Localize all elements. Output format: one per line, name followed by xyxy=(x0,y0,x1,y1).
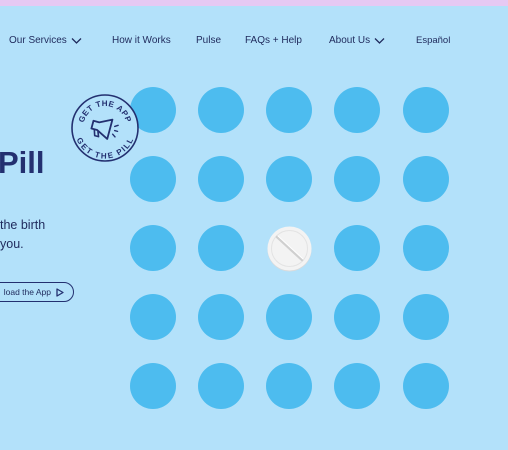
pill-dot xyxy=(198,363,244,409)
pill-dot xyxy=(403,294,449,340)
white-pill xyxy=(267,226,312,272)
nav-about-us[interactable]: About Us xyxy=(329,35,385,47)
nav-pulse[interactable]: Pulse xyxy=(196,35,221,47)
hero-title: Pill xyxy=(0,145,45,180)
hero-body-line: you. xyxy=(0,237,24,251)
pill-dot xyxy=(334,363,380,409)
pill-dot xyxy=(198,156,244,202)
pill-dot xyxy=(334,225,380,271)
nav-label: Español xyxy=(416,35,451,46)
pill-dot xyxy=(198,294,244,340)
nav-how-it-works[interactable]: How it Works xyxy=(112,35,171,47)
nav-label: About Us xyxy=(329,35,371,46)
download-app-button[interactable]: load the App xyxy=(0,282,74,302)
pill-dot xyxy=(130,294,176,340)
nav-our-services[interactable]: Our Services xyxy=(9,35,82,47)
pill-dot xyxy=(266,294,312,340)
pill-dot xyxy=(198,225,244,271)
pill-dot xyxy=(266,156,312,202)
pill-dot xyxy=(198,87,244,133)
pill-dot xyxy=(130,363,176,409)
top-accent-strip xyxy=(0,0,508,6)
get-the-app-badge[interactable]: GET THE APP GET THE PILL xyxy=(70,93,140,163)
pill-dot xyxy=(334,87,380,133)
play-icon xyxy=(56,287,64,297)
nav-label: FAQs + Help xyxy=(245,35,302,46)
pill-dot xyxy=(130,225,176,271)
pill-dot xyxy=(403,363,449,409)
pill-dot xyxy=(334,294,380,340)
pill-dot xyxy=(266,363,312,409)
pill-grid xyxy=(0,0,508,450)
hero-body-text: the birth you. xyxy=(0,216,45,254)
nav-faqs-help[interactable]: FAQs + Help xyxy=(245,35,302,47)
pill-dot xyxy=(403,156,449,202)
chevron-down-icon xyxy=(374,38,385,44)
chevron-down-icon xyxy=(71,38,82,44)
pill-dot xyxy=(403,225,449,271)
nav-espanol[interactable]: Español xyxy=(416,35,450,47)
main-navigation: Our Services How it Works Pulse FAQs + H… xyxy=(0,35,508,49)
pill-dot xyxy=(403,87,449,133)
pill-dot xyxy=(266,87,312,133)
pill-dot xyxy=(334,156,380,202)
download-app-label: load the App xyxy=(3,287,51,297)
nav-label: Our Services xyxy=(9,35,67,46)
hero-body-line: the birth xyxy=(0,218,46,232)
nav-label: Pulse xyxy=(196,35,222,46)
nav-label: How it Works xyxy=(112,35,171,46)
